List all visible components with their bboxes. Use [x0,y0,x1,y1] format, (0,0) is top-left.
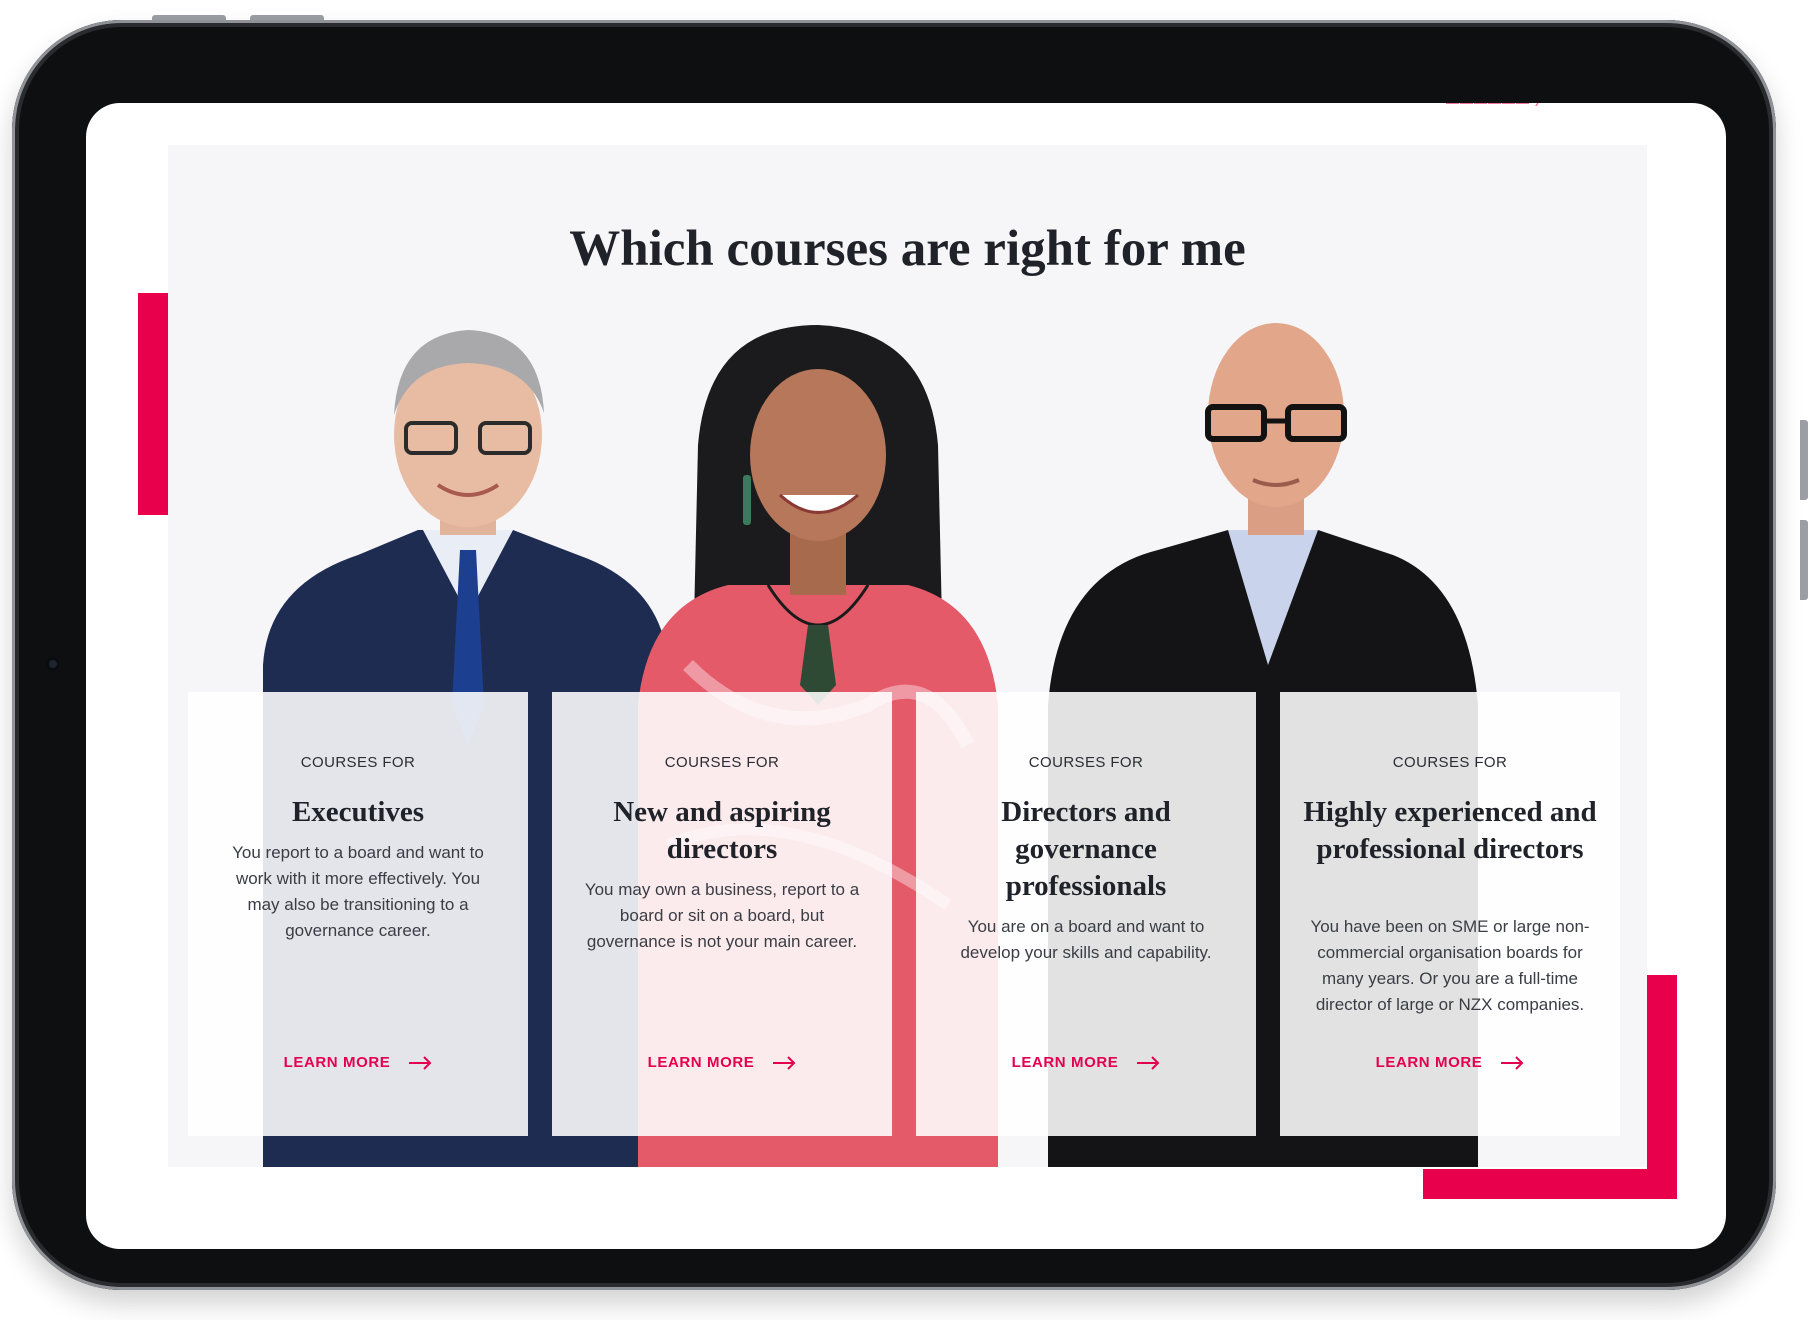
course-card-executives: COURSES FOR Executives You report to a b… [188,692,528,1136]
card-description: You are on a board and want to develop y… [960,917,1212,962]
card-title: New and aspiring directors [613,796,831,865]
learn-more-link[interactable]: LEARN MORE [188,1054,528,1071]
card-title: Executives [291,796,425,828]
learn-more-link[interactable]: LEARN MORE [1280,1054,1620,1071]
device-side-button [1800,420,1808,500]
card-description: You may own a business, report to a boar… [584,880,860,951]
learn-more-link[interactable]: LEARN MORE [552,1054,892,1071]
accent-bar-left [138,293,168,515]
screen: —————— › Which courses are right for me [86,103,1726,1249]
card-eyebrow: COURSES FOR [1028,754,1144,771]
arrow-right-icon [1500,1055,1524,1070]
arrow-right-icon [1136,1055,1160,1070]
course-card-new-aspiring-directors: COURSES FOR New and aspiring directors Y… [552,692,892,1136]
learn-more-label: LEARN MORE [1375,1054,1483,1071]
learn-more-label: LEARN MORE [283,1054,391,1071]
course-card-directors-governance: COURSES FOR Directors and governance pro… [916,692,1256,1136]
learn-more-label: LEARN MORE [647,1054,755,1071]
device-side-button [1800,520,1808,600]
course-card-experienced-directors: COURSES FOR Highly experienced and profe… [1280,692,1620,1136]
card-eyebrow: COURSES FOR [300,754,416,771]
card-description: You have been on SME or large non-commer… [1310,917,1590,1014]
card-eyebrow: COURSES FOR [1392,754,1508,771]
tablet-frame: —————— › Which courses are right for me [12,20,1776,1290]
arrow-right-icon [772,1055,796,1070]
learn-more-label: LEARN MORE [1011,1054,1119,1071]
course-cards: COURSES FOR Executives You report to a b… [168,145,1647,1167]
learn-more-link[interactable]: LEARN MORE [916,1054,1256,1071]
top-link-fragment[interactable]: —————— › [1446,103,1540,110]
camera-icon [46,657,60,671]
courses-section: Which courses are right for me COURSES F… [168,145,1647,1167]
card-title: Directors and governance professionals [1001,796,1171,902]
card-eyebrow: COURSES FOR [664,754,780,771]
card-description: You report to a board and want to work w… [232,843,484,940]
card-title: Highly experienced and professional dire… [1303,796,1597,865]
arrow-right-icon [408,1055,432,1070]
